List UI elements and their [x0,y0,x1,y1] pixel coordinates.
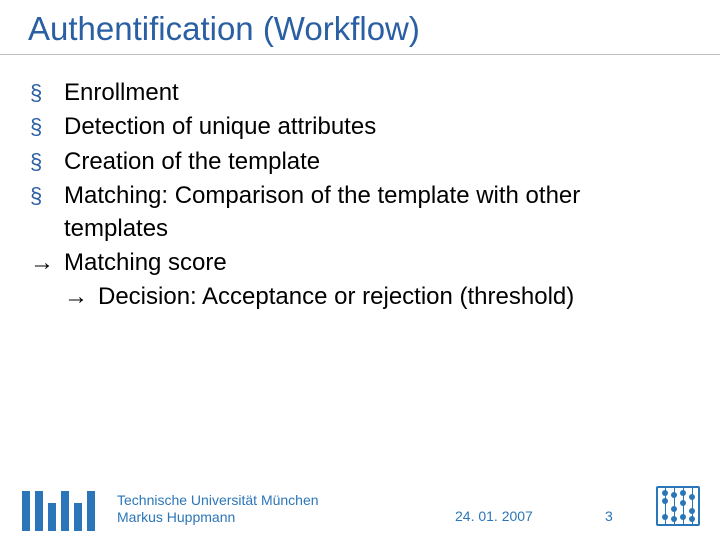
bullet-icon: § [30,149,42,174]
list-item: § Detection of unique attributes [30,111,690,143]
list-item: § Creation of the template [30,146,690,178]
list-item: § Matching: Comparison of the template w… [30,180,690,245]
bullet-text: Enrollment [64,77,690,109]
bullet-icon: § [30,114,42,139]
abacus-icon [656,486,700,526]
footer-org: Technische Universität München [117,492,319,510]
arrow-right-icon: → [30,249,54,276]
arrow-item: → Matching score [30,247,690,279]
arrow-right-icon: → [64,283,88,310]
bullet-text: Matching: Comparison of the template wit… [64,180,690,245]
arrow-item: → Decision: Acceptance or rejection (thr… [64,281,690,313]
arrow-text: Decision: Acceptance or rejection (thres… [98,281,690,313]
bullet-text: Creation of the template [64,146,690,178]
arrow-text: Matching score [64,247,690,279]
footer-text: Technische Universität München Markus Hu… [117,492,319,527]
bullet-icon: § [30,80,42,105]
list-item: § Enrollment [30,77,690,109]
bullet-icon: § [30,183,42,208]
footer-page: 3 [605,508,613,524]
bullet-text: Detection of unique attributes [64,111,690,143]
slide-body: § Enrollment § Detection of unique attri… [0,55,720,314]
footer: Technische Universität München Markus Hu… [0,478,720,540]
slide-title: Authentification (Workflow) [0,0,720,55]
footer-author: Markus Huppmann [117,509,319,527]
tum-logo-icon [22,487,95,531]
footer-date: 24. 01. 2007 [455,508,533,524]
slide: Authentification (Workflow) § Enrollment… [0,0,720,540]
